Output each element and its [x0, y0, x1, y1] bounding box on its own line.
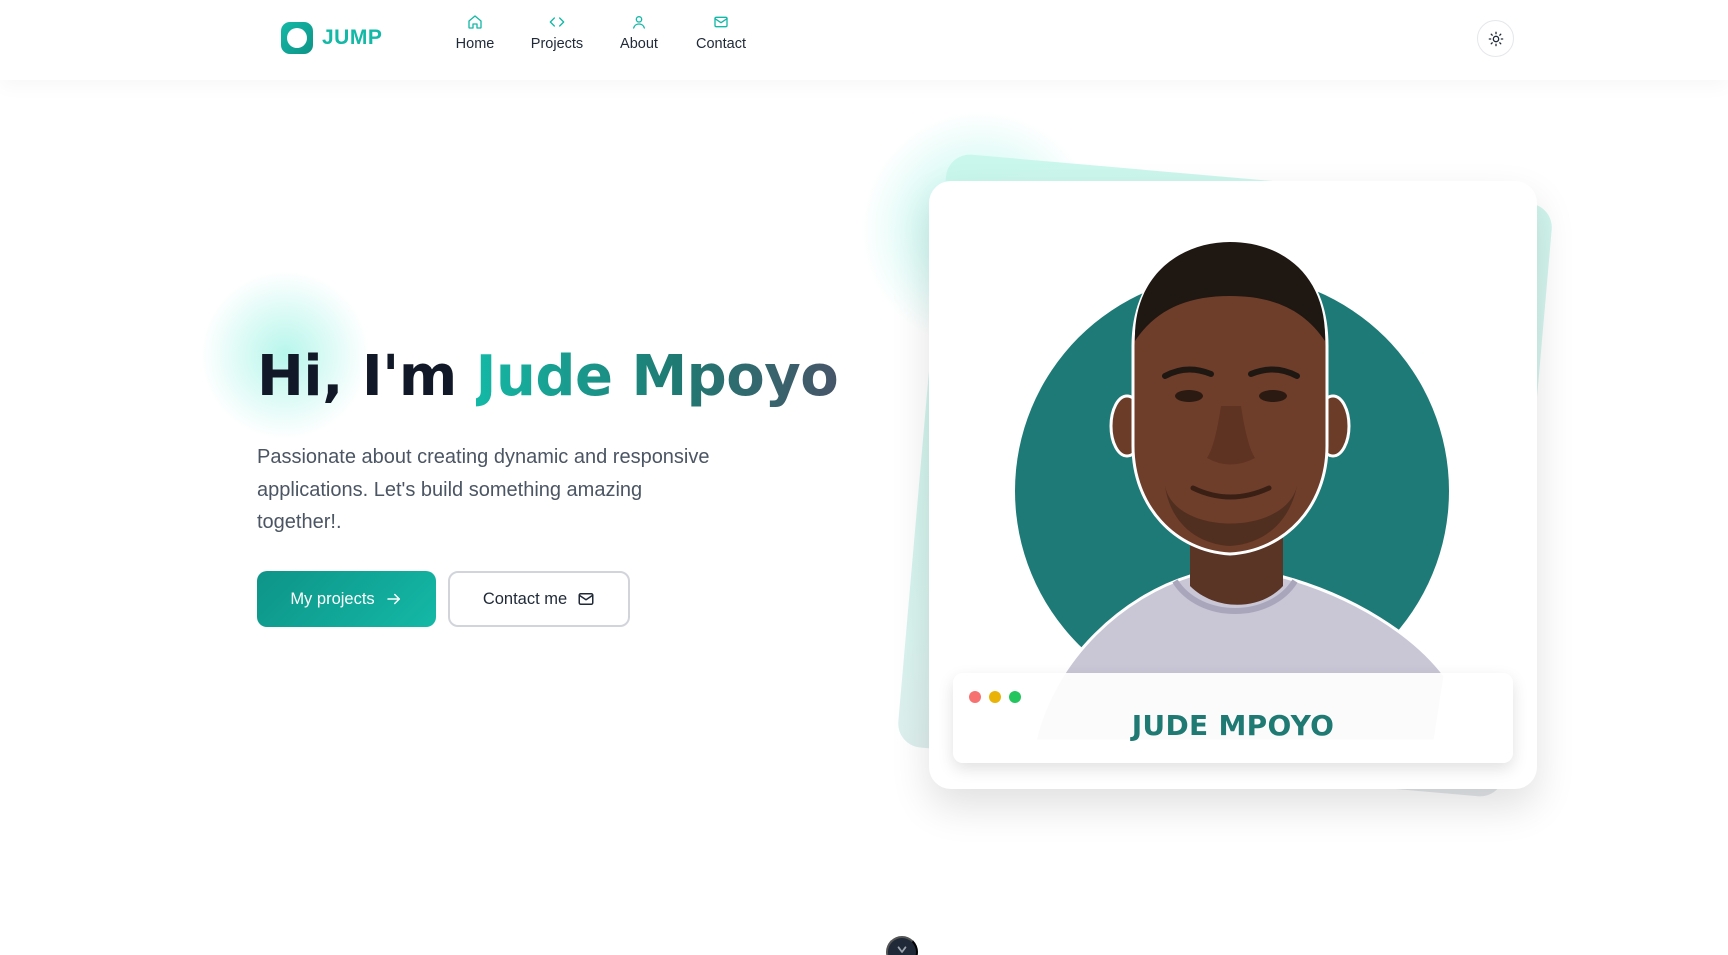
nav-item-about[interactable]: About — [598, 14, 680, 52]
sun-icon — [1488, 31, 1503, 46]
name-plate-text: JUDE MPOYO — [1131, 709, 1335, 742]
nav-label: Contact — [696, 36, 746, 52]
logo[interactable]: JUMP — [281, 22, 382, 54]
hero-intro: Passionate about creating dynamic and re… — [257, 446, 710, 533]
arrow-right-icon — [386, 593, 400, 605]
main-nav: Home Projects About Contact — [434, 14, 762, 52]
chevron-down-icon — [897, 946, 907, 953]
hero-headline: Hi, I'm Jude Mpoyo — [257, 344, 839, 409]
contact-me-button[interactable]: Contact me — [448, 571, 630, 627]
site-header: JUMP Home Projects About Contact — [0, 0, 1728, 80]
logo-icon — [281, 22, 313, 54]
hero-name: Jude Mpoyo — [475, 344, 839, 409]
red-dot — [969, 691, 981, 703]
code-icon — [549, 17, 565, 27]
nav-label: Projects — [530, 36, 584, 52]
logo-text: JUMP — [322, 26, 383, 49]
nav-item-projects[interactable]: Projects — [516, 14, 598, 52]
nav-item-contact[interactable]: Contact — [680, 14, 762, 52]
nav-item-home[interactable]: Home — [434, 14, 516, 52]
scroll-down-button[interactable] — [886, 936, 918, 955]
my-projects-button[interactable]: My projects — [257, 571, 436, 627]
theme-toggle-button[interactable] — [1477, 20, 1514, 57]
profile-photo — [1033, 239, 1447, 741]
button-label: My projects — [290, 589, 375, 608]
button-label: Contact me — [482, 589, 568, 608]
window-dots — [969, 691, 1021, 703]
name-plate: JUDE MPOYO — [953, 673, 1513, 763]
nav-label: Home — [455, 36, 495, 52]
yellow-dot — [989, 691, 1001, 703]
profile-card: JUDE MPOYO — [929, 181, 1537, 789]
home-icon — [468, 15, 482, 29]
nav-label: About — [620, 36, 658, 52]
greeting-text: Hi, I'm — [257, 344, 476, 409]
user-icon — [633, 16, 645, 29]
mail-icon — [714, 16, 728, 28]
green-dot — [1009, 691, 1021, 703]
page: JUMP Home Projects About Contact Hi, I'm… — [0, 0, 1728, 955]
mail-icon — [578, 593, 594, 605]
